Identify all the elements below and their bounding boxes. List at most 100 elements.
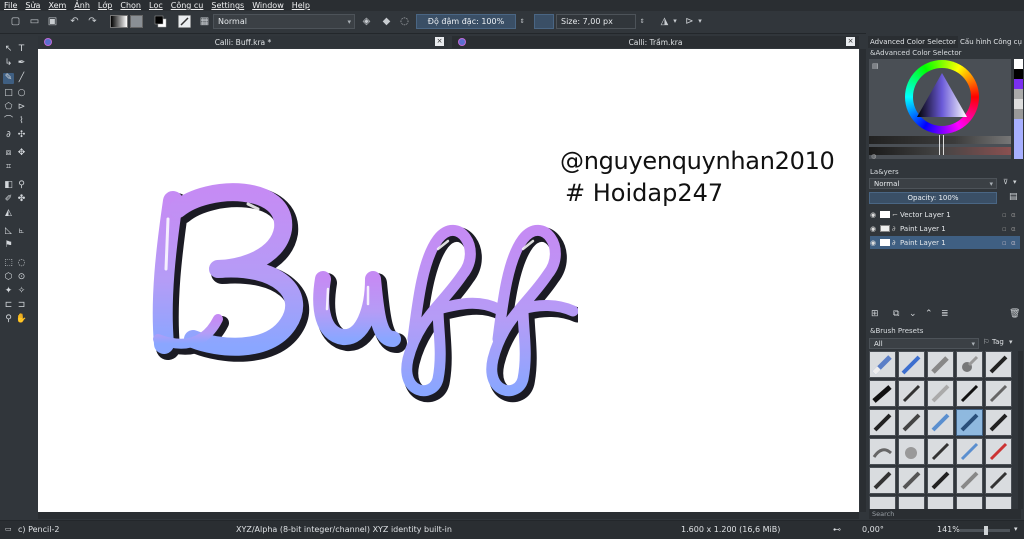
mirror-horizontal-icon[interactable]: ◮ xyxy=(658,15,671,28)
saturation-triangle[interactable] xyxy=(915,71,969,121)
move-up-icon[interactable]: ⌃ xyxy=(925,309,933,319)
move-tool-icon[interactable]: ✥ xyxy=(16,148,27,159)
layer-row[interactable]: ◉ ∂ Paint Layer 1 ▫ α xyxy=(870,222,1020,235)
pattern-swatch[interactable] xyxy=(130,15,143,28)
brush-preset-color-pen[interactable] xyxy=(956,438,983,465)
lock-icon[interactable]: ▫ xyxy=(1002,239,1011,247)
layer-row-selected[interactable]: ◉ ∂ Paint Layer 1 ▫ α xyxy=(870,236,1020,249)
close-icon[interactable]: × xyxy=(846,37,855,46)
rotate-canvas-icon[interactable]: ⊷ xyxy=(833,525,841,534)
opacity-slider[interactable]: Độ đậm đặc: 100% xyxy=(416,14,516,29)
blend-mode-select[interactable]: Normal ▾ xyxy=(213,14,355,29)
magnetic-select-icon[interactable]: ⊐ xyxy=(16,300,27,311)
transform-tool-icon[interactable]: ⧈ xyxy=(3,148,14,159)
multibrush-icon[interactable]: ✣ xyxy=(16,130,27,141)
dynamic-brush-icon[interactable]: ∂ xyxy=(3,130,14,141)
brush-preset-bristle[interactable] xyxy=(898,409,925,436)
bezier-select-icon[interactable]: ⊏ xyxy=(3,300,14,311)
menu-layer[interactable]: Lớp xyxy=(94,1,116,10)
brush-preset-watercolor[interactable] xyxy=(927,409,954,436)
lock-icon[interactable]: ▫ xyxy=(1002,225,1011,233)
alpha-lock-icon[interactable]: α xyxy=(1011,239,1020,247)
bezier-tool-icon[interactable]: ⌒ xyxy=(3,116,14,127)
calligraphy-icon[interactable]: ✒ xyxy=(16,58,27,69)
color-history[interactable] xyxy=(1014,59,1023,159)
eye-icon[interactable]: ◉ xyxy=(870,211,880,219)
layer-blend-select[interactable]: Normal ▾ xyxy=(869,178,997,189)
polyline-tool-icon[interactable]: ⊳ xyxy=(16,102,27,113)
tab-advanced-color-selector[interactable]: Advanced Color Selector xyxy=(868,36,958,48)
zoom-value[interactable]: 141% xyxy=(937,525,960,534)
layer-opacity-slider[interactable]: Opacity: 100% xyxy=(869,192,997,204)
menu-help[interactable]: Help xyxy=(288,1,314,10)
brush-preset-wet[interactable] xyxy=(956,467,983,494)
duplicate-layer-icon[interactable]: ⧉ xyxy=(893,309,899,319)
move-down-icon[interactable]: ⌄ xyxy=(909,309,917,319)
fg-bg-color-icon[interactable] xyxy=(154,15,167,28)
line-tool-icon[interactable]: ╱ xyxy=(16,73,27,84)
chevron-down-icon[interactable]: ▾ xyxy=(697,15,703,28)
brush-preset-rough[interactable] xyxy=(869,467,896,494)
menu-window[interactable]: Window xyxy=(248,1,288,10)
eye-icon[interactable]: ◉ xyxy=(870,239,880,247)
brush-preset-charcoal[interactable] xyxy=(869,380,896,407)
fill-tool-icon[interactable]: ◭ xyxy=(3,208,14,219)
layer-row[interactable]: ◉ ⌐ Vector Layer 1 ▫ α xyxy=(870,208,1020,221)
tab-buff-document[interactable]: Calli: Buff.kra * × xyxy=(38,36,448,48)
settings-icon[interactable]: ▤ xyxy=(872,62,879,70)
brush-preset-extra[interactable] xyxy=(927,496,954,509)
brush-preset-chalk[interactable] xyxy=(927,380,954,407)
chevron-down-icon[interactable]: ▾ xyxy=(1009,338,1013,346)
select-shapes-icon[interactable]: ↖ xyxy=(3,44,14,55)
layer-properties-icon[interactable]: ▤ xyxy=(1009,192,1018,202)
similar-select-icon[interactable]: ✧ xyxy=(16,286,27,297)
menu-file[interactable]: File xyxy=(0,1,21,10)
lock-icon[interactable]: ▫ xyxy=(1002,211,1011,219)
add-layer-icon[interactable]: ⊞ xyxy=(871,309,879,319)
tag-button[interactable]: Tag xyxy=(992,338,1004,346)
freehand-select-icon[interactable]: ⊙ xyxy=(16,272,27,283)
contiguous-select-icon[interactable]: ✦ xyxy=(3,286,14,297)
redo-icon[interactable]: ↷ xyxy=(86,15,99,28)
brush-preset-pencil[interactable] xyxy=(898,380,925,407)
rectangle-tool-icon[interactable]: □ xyxy=(3,88,14,99)
brush-preset-eraser[interactable] xyxy=(869,351,896,378)
menu-settings[interactable]: Settings xyxy=(207,1,248,10)
brush-preset-smudge[interactable] xyxy=(985,380,1012,407)
brush-preset-ink[interactable] xyxy=(985,351,1012,378)
color-selector-area[interactable]: ▤ xyxy=(869,59,1011,159)
menu-tools[interactable]: Công cụ xyxy=(167,1,208,10)
tab-tool-options[interactable]: Cấu hình Công cụ xyxy=(960,36,1022,48)
flow-slider[interactable] xyxy=(534,14,554,29)
menu-image[interactable]: Ảnh xyxy=(70,1,94,10)
rotation-value[interactable]: 0,00° xyxy=(862,525,884,534)
brush-preset-stamp[interactable] xyxy=(927,467,954,494)
menu-view[interactable]: Xem xyxy=(44,1,70,10)
polygon-tool-icon[interactable]: ⬠ xyxy=(3,102,14,113)
brush-tag-filter[interactable]: All ▾ xyxy=(869,338,979,349)
delete-layer-icon[interactable]: 🗑 xyxy=(1009,309,1020,319)
new-document-icon[interactable]: ▢ xyxy=(9,15,22,28)
gradient-tool-icon[interactable]: ◧ xyxy=(3,180,14,191)
zoom-tool-icon[interactable]: ⚲ xyxy=(3,314,14,325)
brush-presets-grid-icon[interactable]: ▦ xyxy=(198,15,211,28)
brush-preset-splatter[interactable] xyxy=(898,438,925,465)
brush-preset-blender[interactable] xyxy=(869,409,896,436)
assistant-tool-icon[interactable]: ◺ xyxy=(3,226,14,237)
eye-icon[interactable]: ◉ xyxy=(870,225,880,233)
filter-icon[interactable]: ⊽ xyxy=(1003,178,1008,186)
alpha-lock-icon[interactable]: α xyxy=(1011,225,1020,233)
smart-patch-icon[interactable]: ✤ xyxy=(16,194,27,205)
save-icon[interactable]: ▣ xyxy=(46,15,59,28)
brush-preset-sketch[interactable] xyxy=(985,467,1012,494)
opacity-spin-icon[interactable]: ⇕ xyxy=(518,15,526,28)
color-sampler-icon[interactable]: ⚲ xyxy=(16,180,27,191)
brush-preset-extra[interactable] xyxy=(869,496,896,509)
brush-editor-icon[interactable] xyxy=(178,15,191,28)
brush-preset-extra[interactable] xyxy=(898,496,925,509)
ellipse-select-icon[interactable]: ◌ xyxy=(16,258,27,269)
zoom-slider-handle[interactable] xyxy=(984,526,988,535)
tab-tram-document[interactable]: Calli: Trầm.kra × xyxy=(452,36,859,48)
measure-tool-icon[interactable]: ⦜ xyxy=(16,226,27,237)
canvas[interactable]: @nguyenquynhan2010 # Hoidap247 xyxy=(38,49,859,512)
